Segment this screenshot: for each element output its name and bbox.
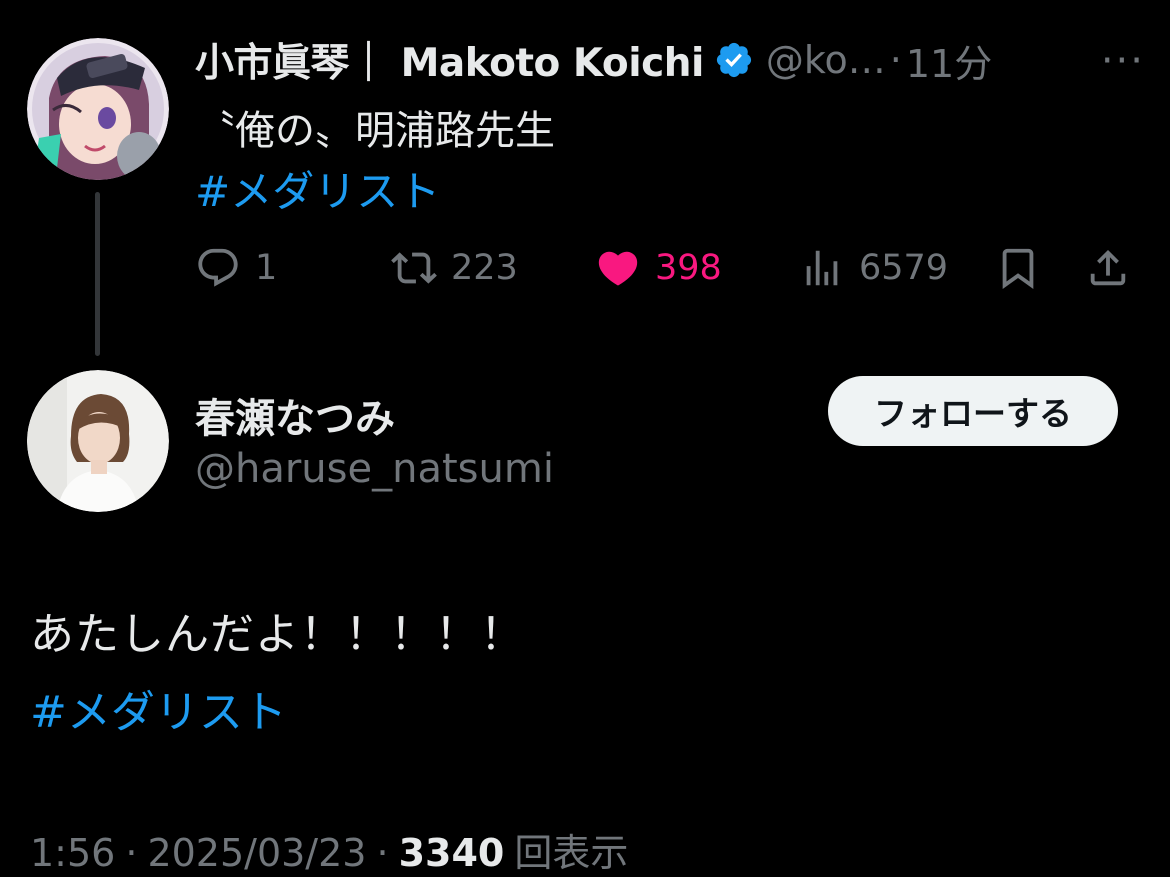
tweet-meta-line: 1:56 · 2025/03/23 · 3340 回表示 bbox=[30, 822, 628, 877]
share-button[interactable] bbox=[1085, 238, 1131, 298]
bookmark-icon bbox=[1002, 248, 1034, 289]
author-display-name[interactable]: 小市眞琴｜ Makoto Koichi bbox=[195, 32, 704, 88]
more-options-icon[interactable]: ··· bbox=[1101, 38, 1145, 84]
avatar-illustration bbox=[27, 38, 169, 180]
avatar-photo bbox=[27, 370, 169, 512]
bookmark-button[interactable] bbox=[995, 238, 1041, 298]
follow-button[interactable]: フォローする bbox=[828, 376, 1118, 446]
tweet-header: 小市眞琴｜ Makoto Koichi @ko… · 11分 ··· bbox=[195, 30, 1145, 90]
meta-separator-2: · bbox=[376, 831, 389, 875]
author-handle[interactable]: @ko… bbox=[766, 38, 886, 82]
retweet-icon bbox=[391, 252, 437, 284]
reply-hashtag-link[interactable]: #メダリスト bbox=[30, 676, 287, 740]
reply-tweet-text: あたしんだよ！！！！！ bbox=[30, 609, 525, 660]
tweet-time-ago[interactable]: 11分 bbox=[906, 33, 992, 88]
heart-icon bbox=[598, 251, 638, 286]
separator-dot: · bbox=[889, 38, 902, 82]
retweet-count: 223 bbox=[451, 248, 518, 288]
reply-button[interactable]: 1 bbox=[195, 238, 277, 298]
reply-author-handle[interactable]: @haruse_natsumi bbox=[195, 446, 554, 492]
tweet-time[interactable]: 1:56 bbox=[30, 831, 115, 875]
like-count: 398 bbox=[655, 248, 722, 288]
share-icon bbox=[1090, 249, 1126, 286]
views-count-total: 3340 bbox=[398, 831, 505, 875]
like-button[interactable]: 398 bbox=[595, 238, 722, 298]
retweet-button[interactable]: 223 bbox=[391, 238, 518, 298]
hashtag-link[interactable]: #メダリスト bbox=[195, 158, 440, 219]
views-label: 回表示 bbox=[514, 831, 629, 875]
tweet-actions-bar: 1 223 398 6579 bbox=[195, 238, 1140, 298]
tweet-date[interactable]: 2025/03/23 bbox=[147, 831, 366, 875]
verified-badge-icon bbox=[716, 42, 751, 78]
tweet-text: 〝俺の〟明浦路先生 bbox=[195, 108, 555, 154]
thread-connector-line bbox=[95, 192, 100, 356]
avatar-makoto-koichi[interactable] bbox=[27, 38, 169, 180]
avatar-haruse-natsumi[interactable] bbox=[27, 370, 169, 512]
reply-author-display-name[interactable]: 春瀬なつみ bbox=[195, 386, 395, 444]
views-chart-icon bbox=[806, 250, 838, 286]
views-count: 6579 bbox=[859, 248, 949, 288]
meta-separator: · bbox=[125, 831, 138, 875]
views-button[interactable]: 6579 bbox=[799, 238, 948, 298]
reply-icon bbox=[198, 248, 238, 287]
reply-count: 1 bbox=[255, 248, 278, 288]
